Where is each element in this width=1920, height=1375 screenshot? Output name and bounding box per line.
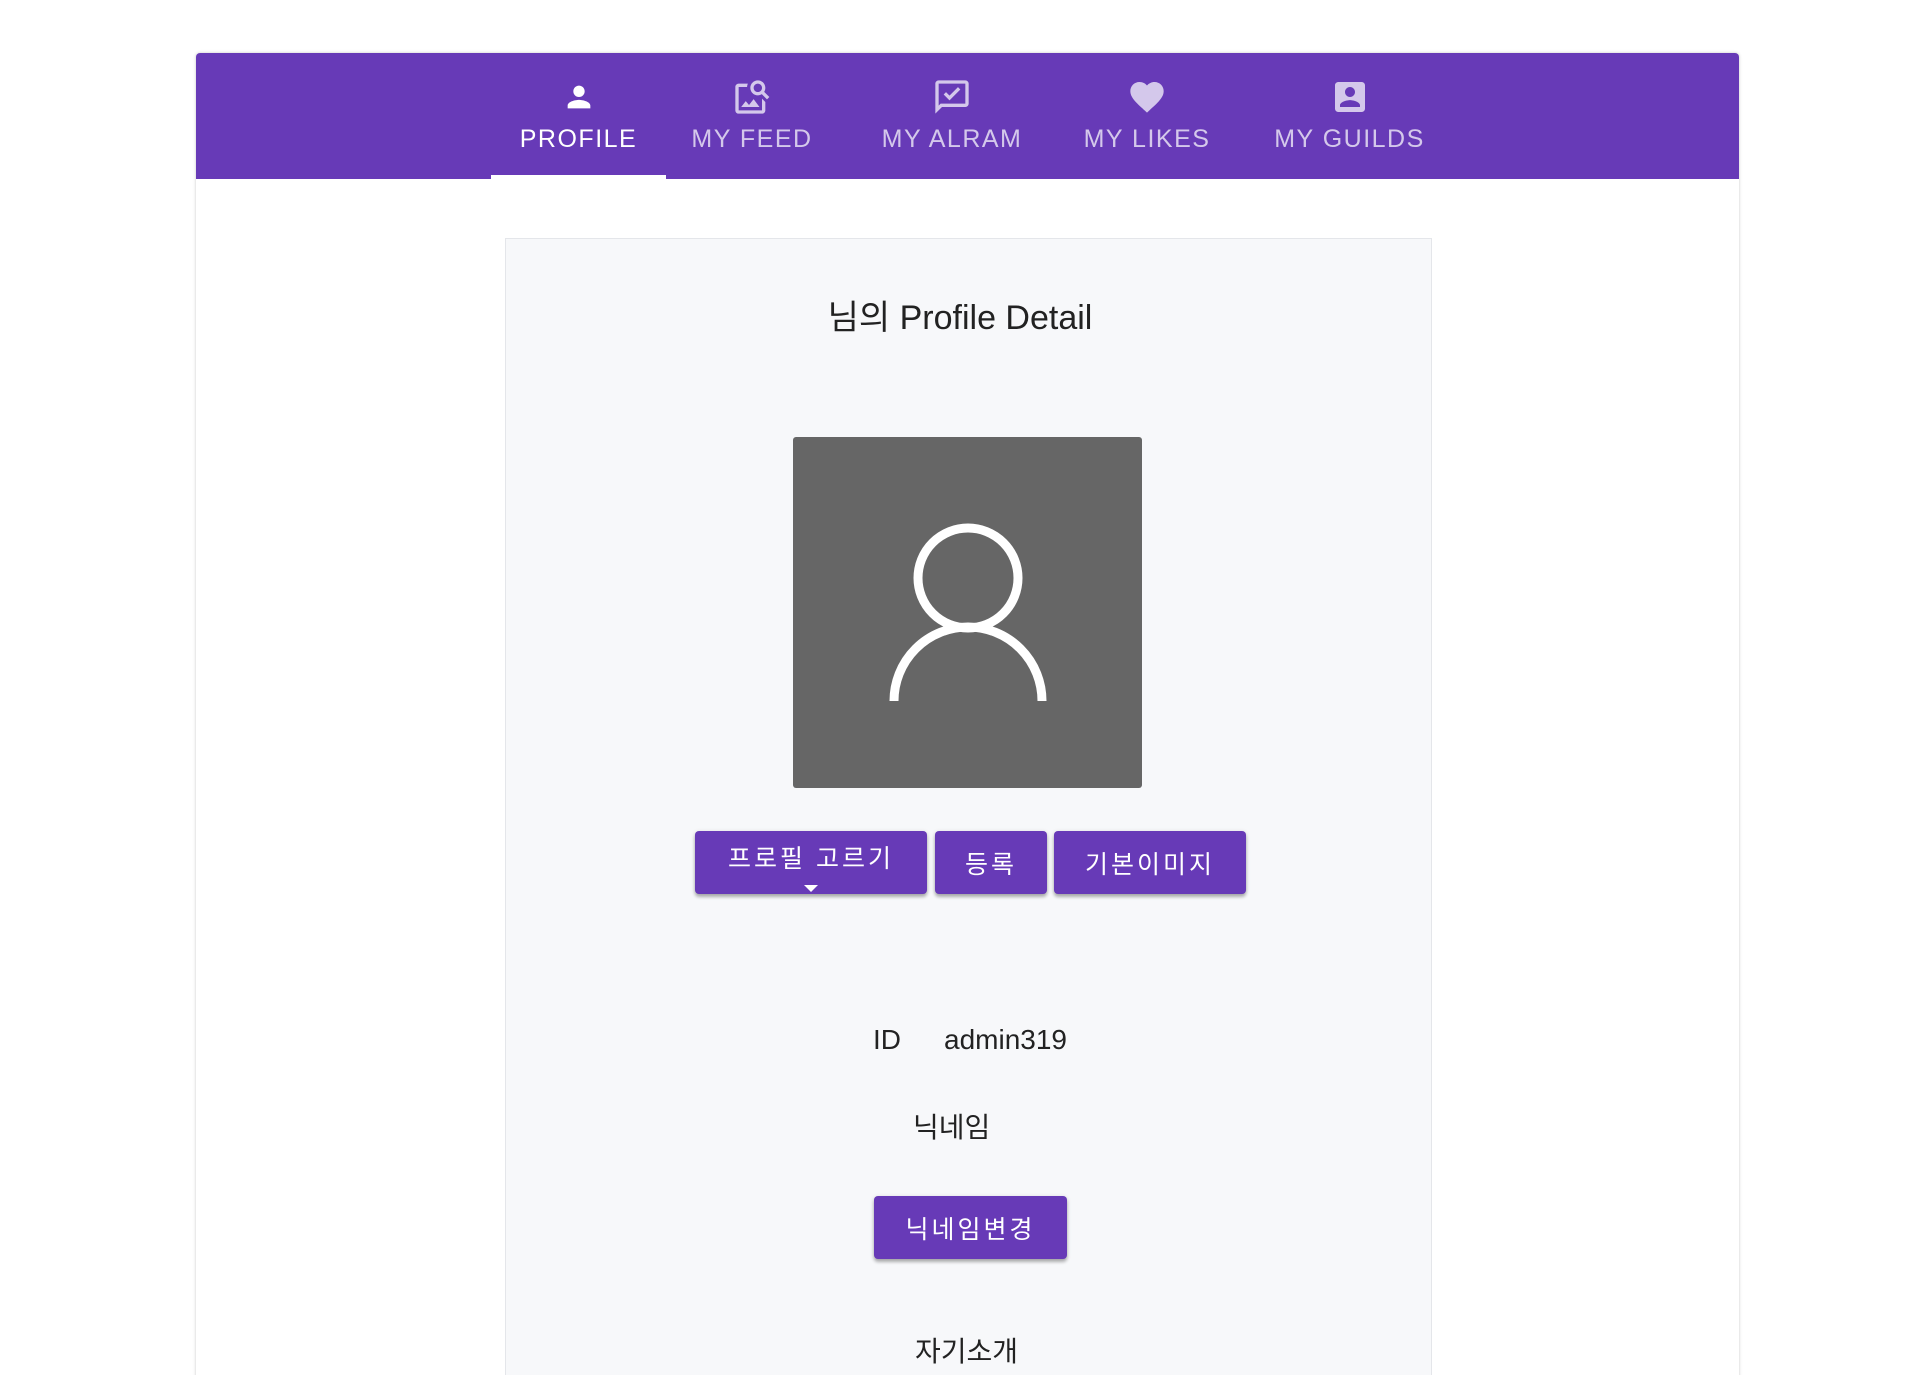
- intro-label: 자기소개: [915, 1336, 1019, 1367]
- tab-my-guilds[interactable]: MY GUILDS: [1257, 53, 1442, 179]
- account-box-icon: [1330, 77, 1370, 117]
- register-button[interactable]: 등록: [935, 831, 1047, 894]
- tab-bar: PROFILE MY FEED MY ALRAM MY LIKES MY GUI…: [196, 53, 1739, 179]
- id-value: admin319: [944, 1024, 1067, 1055]
- avatar: [793, 437, 1142, 788]
- heart-icon: [1127, 77, 1167, 117]
- tab-profile[interactable]: PROFILE: [491, 53, 666, 179]
- tab-label: MY LIKES: [1083, 125, 1211, 153]
- profile-select-button[interactable]: 프로필 고르기: [695, 831, 927, 894]
- chat-check-icon: [932, 77, 972, 117]
- tab-my-likes[interactable]: MY LIKES: [1062, 53, 1232, 179]
- caret-down-icon: [804, 885, 818, 892]
- page: PROFILE MY FEED MY ALRAM MY LIKES MY GUI…: [0, 0, 1920, 1375]
- tab-my-feed[interactable]: MY FEED: [672, 53, 832, 179]
- tab-label: MY FEED: [691, 125, 813, 153]
- feed-search-icon: [732, 77, 772, 117]
- active-tab-indicator: [491, 175, 666, 179]
- id-label: ID: [873, 1024, 901, 1055]
- person-icon: [559, 77, 599, 117]
- nickname-label: 닉네임: [913, 1112, 991, 1143]
- tab-label: PROFILE: [519, 125, 638, 153]
- tab-label: MY ALRAM: [881, 125, 1023, 153]
- tab-my-alram[interactable]: MY ALRAM: [862, 53, 1042, 179]
- user-outline-icon: [889, 523, 1046, 701]
- profile-select-label: 프로필 고르기: [728, 845, 894, 873]
- default-image-button[interactable]: 기본이미지: [1054, 831, 1246, 894]
- change-nickname-button[interactable]: 닉네임변경: [874, 1196, 1067, 1259]
- profile-title: 님의 Profile Detail: [827, 299, 1093, 337]
- tab-label: MY GUILDS: [1274, 125, 1425, 153]
